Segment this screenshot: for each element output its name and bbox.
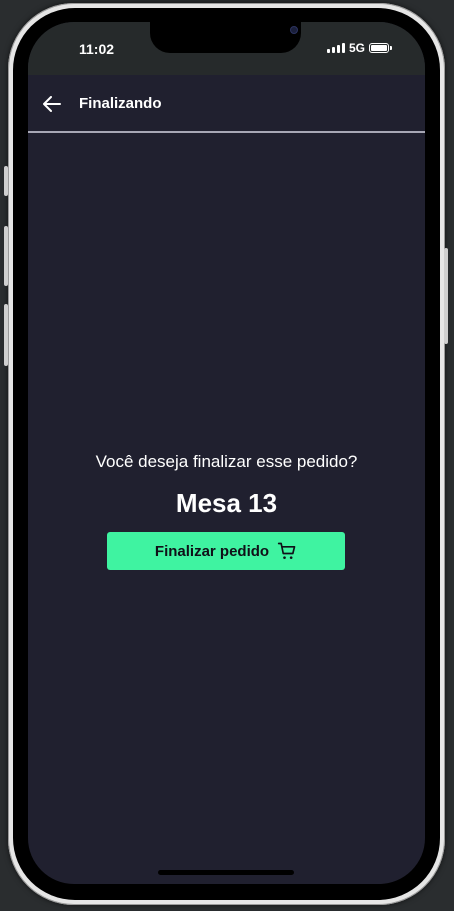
side-button-volume-down xyxy=(4,304,8,366)
notch xyxy=(150,22,301,53)
status-bar: 11:02 5G xyxy=(28,22,425,75)
side-button-volume-up xyxy=(4,226,8,286)
finish-order-label: Finalizar pedido xyxy=(154,542,270,560)
status-time: 11:02 xyxy=(79,41,115,57)
status-indicators: 5G xyxy=(326,41,392,55)
arrow-left-icon xyxy=(43,96,61,112)
home-indicator[interactable] xyxy=(158,870,294,875)
cart-icon xyxy=(277,542,296,559)
battery-fill xyxy=(371,45,387,51)
side-button-mute xyxy=(4,166,8,196)
confirmation-content: Você deseja finalizar esse pedido? Mesa … xyxy=(28,450,425,518)
battery-icon xyxy=(369,43,392,53)
page-title: Finalizando xyxy=(79,95,162,112)
network-label: 5G xyxy=(348,41,365,55)
signal-bars-icon xyxy=(326,43,345,53)
front-camera xyxy=(290,26,298,34)
app-header: Finalizando xyxy=(28,75,425,133)
finish-order-button[interactable]: Finalizar pedido xyxy=(107,532,345,570)
table-name: Mesa 13 xyxy=(175,488,278,518)
phone-screen: 11:02 5G Finalizando Você deseja finaliz… xyxy=(28,22,425,884)
back-button[interactable] xyxy=(41,93,63,115)
side-button-power xyxy=(444,248,448,344)
confirmation-question: Você deseja finalizar esse pedido? xyxy=(95,452,358,471)
